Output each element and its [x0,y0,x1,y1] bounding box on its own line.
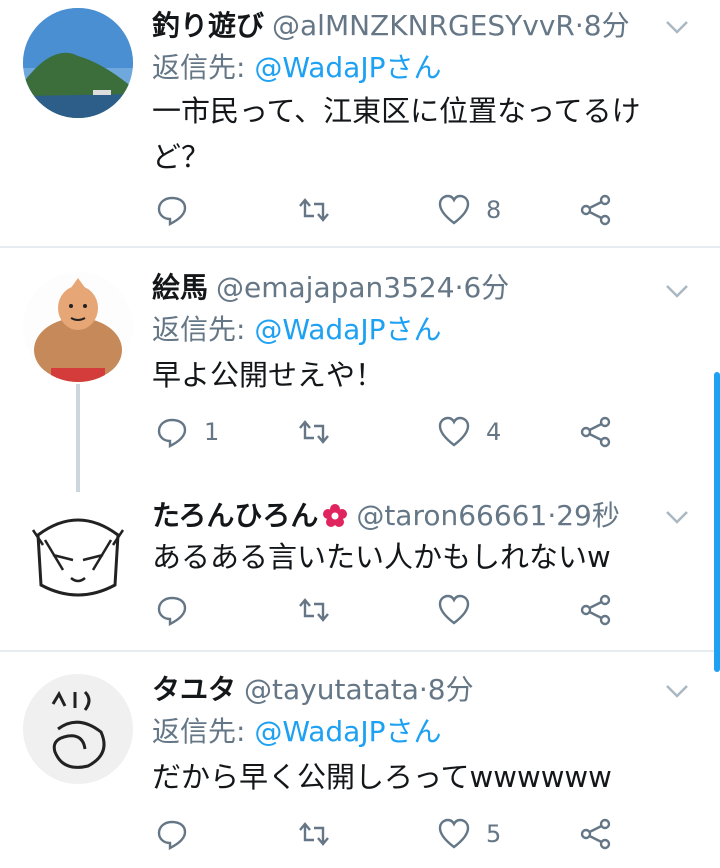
tweet-text: だから早く公開しろってwwwwww [152,760,612,794]
retweet-icon [299,822,329,846]
tweet-header: 釣り遊び @alMNZKNRGESYvvR · 8分 [152,6,630,46]
tweet-actions [150,590,630,630]
timestamp: 29秒 [556,499,620,532]
like-count: 8 [486,196,502,224]
like-icon [438,416,470,447]
like-count: 4 [486,418,502,446]
tweet-text: 早よ公開せえや！ [152,358,385,392]
retweet-button[interactable] [296,590,332,630]
reply-button[interactable] [154,590,204,630]
retweet-icon [299,598,329,622]
like-button[interactable]: 8 [436,190,501,230]
retweet-icon [299,198,329,222]
display-name[interactable]: たろんひろん [152,496,318,536]
scrollbar[interactable] [714,372,720,672]
reply-icon [157,596,187,626]
chevron-down-icon[interactable] [662,276,692,306]
user-handle[interactable]: @emajapan3524 [216,268,455,308]
share-button[interactable] [578,412,614,452]
reply-to-mention[interactable]: @WadaJPさん [254,715,441,748]
tweet-3[interactable]: たろんひろん @taron66661 · 29秒 あるある言いたい人かもしれない… [0,478,720,650]
reply-to-mention[interactable]: @WadaJPさん [254,51,441,84]
timestamp: 8分 [427,673,474,706]
tweet-1[interactable]: 釣り遊び @alMNZKNRGESYvvR · 8分 返信先: @WadaJPさ… [0,0,720,248]
share-button[interactable] [578,814,614,854]
tweet-4[interactable]: タユタ @tayutatata · 8分 返信先: @WadaJPさん だから早… [0,652,720,868]
display-name[interactable]: 釣り遊び [152,6,264,46]
display-name[interactable]: タユタ [152,670,236,710]
reply-button[interactable] [154,814,204,854]
share-button[interactable] [578,590,614,630]
timestamp: 8分 [583,9,630,42]
share-icon [580,594,611,626]
reply-icon [157,418,187,448]
tweet-actions: 8 [150,190,630,230]
tweet-header: たろんひろん @taron66661 · 29秒 [152,496,620,536]
tweet-text: あるある言いたい人かもしれないw [152,540,611,574]
user-handle[interactable]: @alMNZKNRGESYvvR [272,6,575,46]
separator: · [418,673,428,706]
like-icon [438,194,470,225]
tweet-text: 一市民って、江東区に位置なってるけど？ [152,94,641,174]
chevron-down-icon[interactable] [662,676,692,706]
chevron-down-icon[interactable] [662,12,692,42]
reply-to: 返信先: @WadaJPさん [152,48,441,88]
avatar[interactable] [23,272,133,382]
user-handle[interactable]: @tayutatata [244,670,419,710]
share-icon [580,194,611,226]
like-count: 5 [486,820,502,848]
retweet-button[interactable] [296,190,332,230]
reply-to-label: 返信先: [152,313,246,346]
tweet-header: 絵馬 @emajapan3524 · 6分 [152,268,509,308]
reply-button[interactable] [154,190,204,230]
avatar[interactable] [23,500,133,610]
reply-to-mention[interactable]: @WadaJPさん [254,313,441,346]
tweet-actions: 5 [150,814,630,854]
avatar[interactable] [23,8,133,118]
reply-to-label: 返信先: [152,51,246,84]
share-button[interactable] [578,190,614,230]
reply-to: 返信先: @WadaJPさん [152,712,441,752]
reply-to: 返信先: @WadaJPさん [152,310,441,350]
avatar[interactable] [23,674,133,784]
like-icon [438,818,470,849]
like-button[interactable]: 4 [436,412,501,452]
timestamp: 6分 [463,271,510,304]
user-handle[interactable]: @taron66661 [356,496,547,536]
thread-line [76,384,80,492]
tweet-header: タユタ @tayutatata · 8分 [152,670,474,710]
retweet-button[interactable] [296,814,332,854]
retweet-button[interactable] [296,412,332,452]
reply-button[interactable]: 1 [154,412,219,452]
like-button[interactable] [436,590,486,630]
tweet-2[interactable]: 絵馬 @emajapan3524 · 6分 返信先: @WadaJPさん 早よ公… [0,248,720,492]
chevron-down-icon[interactable] [662,502,692,532]
separator: · [547,499,557,532]
reply-icon [157,196,187,226]
display-name[interactable]: 絵馬 [152,268,208,308]
reply-to-label: 返信先: [152,715,246,748]
separator: · [454,271,464,304]
tweet-actions: 1 4 [150,412,630,452]
like-icon [438,594,470,625]
share-icon [580,818,611,850]
retweet-icon [299,420,329,444]
separator: · [574,9,584,42]
like-button[interactable]: 5 [436,814,501,854]
flower-icon [323,504,348,527]
reply-icon [157,820,187,850]
share-icon [580,416,611,448]
reply-count: 1 [204,418,220,446]
